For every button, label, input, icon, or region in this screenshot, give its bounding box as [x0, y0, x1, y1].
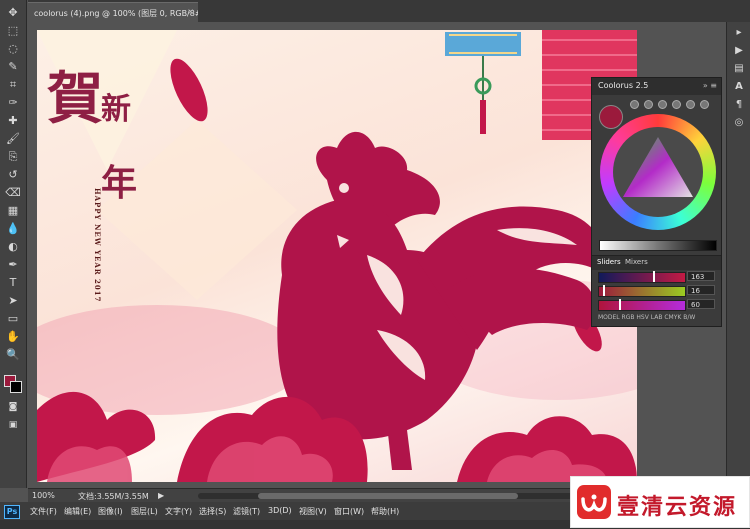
slider-track-2[interactable]: [598, 286, 686, 297]
document-size: 文档:3.55M/3.55M: [78, 492, 149, 501]
coolorus-title: Coolorus 2.5: [598, 81, 649, 90]
document-tab-bar: coolorus (4).png @ 100% (图层 0, RGB/8#) ×: [28, 0, 750, 22]
coolorus-tabs: Sliders Mixers: [592, 255, 721, 270]
eyedropper-tool-icon[interactable]: ✑: [4, 96, 22, 110]
slider-row-2: 16: [598, 285, 716, 297]
history-brush-tool-icon[interactable]: ↺: [4, 168, 22, 182]
color-wheel[interactable]: [600, 114, 716, 230]
menu-view[interactable]: 视图(V): [299, 506, 327, 517]
paragraph-icon[interactable]: ¶: [732, 98, 746, 112]
crop-tool-icon[interactable]: ⌗: [4, 78, 22, 92]
screen-mode-icon[interactable]: ▣: [4, 418, 22, 432]
preset-swatch[interactable]: [658, 100, 667, 109]
greeting-text: HAPPY NEW YEAR 2017: [93, 188, 102, 303]
panel-menu-icon: ≡: [710, 81, 717, 90]
path-select-tool-icon[interactable]: ➤: [4, 294, 22, 308]
slider-track-1[interactable]: [598, 272, 686, 283]
petal-shape: [170, 58, 208, 122]
color-wheel-center: [613, 127, 703, 217]
watermark-logo-icon: [577, 485, 611, 519]
lasso-tool-icon[interactable]: ◌: [4, 42, 22, 56]
slider-track-3[interactable]: [598, 300, 686, 311]
menu-select[interactable]: 选择(S): [199, 506, 226, 517]
preset-swatch[interactable]: [630, 100, 639, 109]
preset-swatch[interactable]: [672, 100, 681, 109]
slider-row-3: 60: [598, 299, 716, 311]
slider-value-1[interactable]: 163: [687, 271, 715, 281]
healing-tool-icon[interactable]: ✚: [4, 114, 22, 128]
character-icon[interactable]: A: [732, 80, 746, 94]
status-menu-icon[interactable]: ▶: [158, 491, 164, 500]
calligraphy-he: 賀: [47, 66, 103, 132]
layers-icon[interactable]: ▤: [732, 62, 746, 76]
coolorus-panel: Coolorus 2.5 » ≡ Sliders Mixers 163 16 6…: [591, 77, 722, 327]
current-color-swatch[interactable]: [599, 105, 623, 129]
menu-filter[interactable]: 滤镜(T): [233, 506, 260, 517]
eraser-tool-icon[interactable]: ⌫: [4, 186, 22, 200]
preset-swatch[interactable]: [686, 100, 695, 109]
blur-tool-icon[interactable]: 💧: [4, 222, 22, 236]
menu-help[interactable]: 帮助(H): [371, 506, 399, 517]
close-tab-icon[interactable]: ×: [187, 7, 194, 16]
play-actions-icon[interactable]: ▶: [732, 44, 746, 58]
horizontal-scrollbar[interactable]: [198, 493, 598, 499]
quick-mask-icon[interactable]: ◙: [4, 400, 22, 414]
gradient-tool-icon[interactable]: ▦: [4, 204, 22, 218]
slider-thumb-1[interactable]: [653, 271, 655, 282]
panel-collapse-icon[interactable]: » ≡: [703, 81, 717, 90]
coolorus-icon[interactable]: ◎: [732, 116, 746, 130]
slider-value-2[interactable]: 16: [687, 285, 715, 295]
tab-sliders[interactable]: Sliders: [597, 258, 621, 266]
gray-scale-bar[interactable]: [599, 240, 717, 251]
preset-swatch[interactable]: [700, 100, 709, 109]
menu-edit[interactable]: 编辑(E): [64, 506, 91, 517]
dock-menu-icon[interactable]: ▸: [732, 26, 746, 40]
marquee-tool-icon[interactable]: ⬚: [4, 24, 22, 38]
zoom-tool-icon[interactable]: 🔍: [4, 348, 22, 362]
menu-type[interactable]: 文字(Y): [165, 506, 192, 517]
scrollbar-thumb[interactable]: [258, 493, 518, 499]
document-tab-title: coolorus (4).png @ 100% (图层 0, RGB/8#): [34, 9, 198, 18]
calligraphy-xin: 新: [101, 92, 131, 127]
brush-tool-icon[interactable]: 🖌: [4, 132, 22, 146]
shape-tool-icon[interactable]: ▭: [4, 312, 22, 326]
menu-file[interactable]: 文件(F): [30, 506, 57, 517]
stamp-tool-icon[interactable]: ⎘: [4, 150, 22, 164]
tab-mixers[interactable]: Mixers: [625, 258, 648, 266]
watermark-text: 壹清云资源: [617, 494, 738, 520]
calligraphy-nian: 年: [101, 162, 138, 204]
background-color-swatch[interactable]: [10, 381, 22, 393]
photoshop-logo: Ps: [4, 505, 20, 519]
menu-3d[interactable]: 3D(D): [268, 506, 292, 515]
preset-swatch[interactable]: [644, 100, 653, 109]
tools-panel: ✥ ⬚ ◌ ✎ ⌗ ✑ ✚ 🖌 ⎘ ↺ ⌫ ▦ 💧 ◐ ✒ T ➤ ▭ ✋ 🔍 …: [0, 0, 27, 488]
document-tab[interactable]: coolorus (4).png @ 100% (图层 0, RGB/8#) ×: [28, 2, 198, 22]
slider-row-1: 163: [598, 271, 716, 283]
color-triangle[interactable]: [613, 127, 703, 217]
document-canvas[interactable]: 賀 新 年 HAPPY NEW YEAR 2017: [37, 30, 637, 482]
right-panel-dock: ▸ ▶ ▤ A ¶ ◎: [726, 22, 750, 488]
slider-thumb-3[interactable]: [619, 299, 621, 310]
hand-tool-icon[interactable]: ✋: [4, 330, 22, 344]
menu-layer[interactable]: 图层(L): [131, 506, 158, 517]
slider-thumb-2[interactable]: [603, 285, 605, 296]
watermark: 壹清云资源: [570, 476, 750, 528]
menu-window[interactable]: 窗口(W): [334, 506, 364, 517]
color-model-selector[interactable]: MODEL RGB HSV LAB CMYK B/W: [598, 314, 695, 321]
slider-value-3[interactable]: 60: [687, 299, 715, 309]
move-tool-icon[interactable]: ✥: [4, 6, 22, 20]
pen-tool-icon[interactable]: ✒: [4, 258, 22, 272]
quick-select-tool-icon[interactable]: ✎: [4, 60, 22, 74]
zoom-level[interactable]: 100%: [32, 491, 55, 500]
coolorus-title-bar[interactable]: Coolorus 2.5 » ≡: [592, 78, 721, 95]
menu-image[interactable]: 图像(I): [98, 506, 123, 517]
type-tool-icon[interactable]: T: [4, 276, 22, 290]
dodge-tool-icon[interactable]: ◐: [4, 240, 22, 254]
